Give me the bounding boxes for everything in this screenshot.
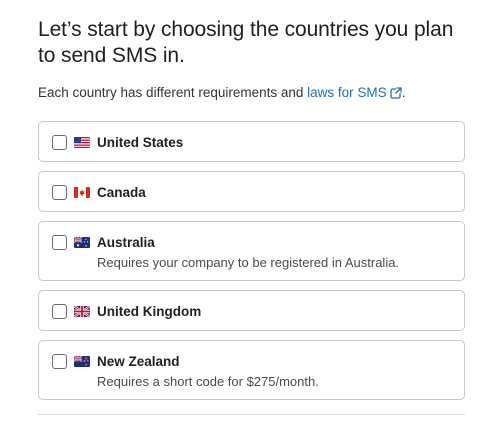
country-name: United States [97,135,184,150]
next-country-card-edge [38,414,465,423]
sms-countries-panel: Let’s start by choosing the countries yo… [38,0,465,400]
australia-flag-icon [74,237,90,248]
country-name: United Kingdom [97,304,202,319]
laws-for-sms-link[interactable]: laws for SMS [307,85,402,100]
country-requirement: Requires your company to be registered i… [97,255,400,270]
subtitle-period: . [401,85,406,100]
country-option-united-states[interactable]: United States [38,121,465,162]
country-option-canada[interactable]: Canada [38,171,465,212]
united-states-checkbox[interactable] [52,135,67,150]
us-flag-icon [74,137,90,148]
country-name: New Zealand [97,354,180,369]
canada-checkbox[interactable] [52,185,67,200]
page-subtitle: Each country has different requirements … [38,84,465,102]
new-zealand-checkbox[interactable] [52,354,67,369]
uk-flag-icon [74,306,90,317]
country-option-united-kingdom[interactable]: United Kingdom [38,290,465,331]
country-list: United States Canada Australia Requires … [38,121,465,400]
united-kingdom-checkbox[interactable] [52,304,67,319]
country-option-australia[interactable]: Australia Requires your company to be re… [38,221,465,281]
new-zealand-flag-icon [74,356,90,367]
country-option-new-zealand[interactable]: New Zealand Requires a short code for $2… [38,340,465,400]
canada-flag-icon [74,187,90,198]
country-name: Canada [97,185,146,200]
page-title: Let’s start by choosing the countries yo… [38,18,454,67]
country-name: Australia [97,235,155,250]
external-link-icon [390,86,402,99]
australia-checkbox[interactable] [52,235,67,250]
country-requirement: Requires a short code for $275/month. [97,374,319,389]
subtitle-text: Each country has different requirements … [38,85,308,100]
laws-link-label: laws for SMS [307,85,387,100]
